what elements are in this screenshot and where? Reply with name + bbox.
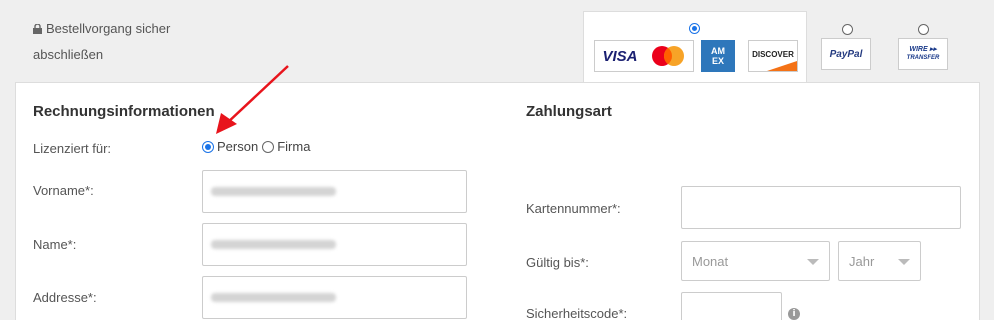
month-placeholder: Monat xyxy=(692,254,729,269)
firstname-label: Vorname*: xyxy=(33,183,94,198)
year-placeholder: Jahr xyxy=(849,254,875,269)
visa-mastercard-logo: VISA xyxy=(594,40,694,72)
lastname-input[interactable] xyxy=(202,223,467,266)
paypal-text: PayPal xyxy=(829,48,863,60)
firstname-input[interactable] xyxy=(202,170,467,213)
chevron-down-icon xyxy=(807,259,819,265)
valid-until-label: Gültig bis*: xyxy=(526,255,589,270)
card-number-input[interactable] xyxy=(681,186,961,229)
amex-text: AM EX xyxy=(711,46,725,66)
paypal-logo[interactable]: PayPal xyxy=(821,38,871,70)
wire-transfer-logo[interactable]: WIRE ▸▸ TRANSFER xyxy=(898,38,948,70)
paypal-radio[interactable] xyxy=(842,24,853,35)
lock-icon xyxy=(33,24,42,34)
wire-transfer-radio[interactable] xyxy=(918,24,929,35)
visa-logo: VISA xyxy=(602,47,638,65)
security-code-label: Sicherheitscode*: xyxy=(526,306,628,320)
licensed-for-label: Lizenziert für: xyxy=(33,141,112,156)
card-number-label: Kartennummer*: xyxy=(526,201,621,216)
tab-credit-cards[interactable]: VISA AM EX DISCOVER xyxy=(583,11,807,83)
secure-text-line2: abschließen xyxy=(33,47,104,62)
lastname-label: Name*: xyxy=(33,237,77,252)
secure-text-line1: Bestellvorgang sicher xyxy=(46,21,171,36)
secure-checkout-note: Bestellvorgang sicher abschließen xyxy=(33,16,233,68)
checkout-form-panel: Rechnungsinformationen Lizenziert für: P… xyxy=(15,82,980,320)
address-label: Addresse*: xyxy=(33,290,97,305)
person-label[interactable]: Person xyxy=(217,139,258,154)
billing-title: Rechnungsinformationen xyxy=(33,103,215,120)
discover-text: DISCOVER xyxy=(752,49,794,59)
license-type-group: Person Firma xyxy=(202,139,310,154)
company-radio[interactable] xyxy=(262,140,275,153)
expiry-year-select[interactable]: Jahr xyxy=(838,241,921,281)
security-code-input[interactable] xyxy=(681,292,782,320)
transfer-text: TRANSFER xyxy=(906,55,940,61)
expiry-month-select[interactable]: Monat xyxy=(681,241,830,281)
wire-text: WIRE ▸▸ xyxy=(909,46,937,53)
address-input[interactable] xyxy=(202,276,467,319)
cards-radio[interactable] xyxy=(689,23,700,34)
discover-logo: DISCOVER xyxy=(748,40,798,72)
company-label[interactable]: Firma xyxy=(277,139,310,154)
payment-title: Zahlungsart xyxy=(526,103,612,120)
amex-logo: AM EX xyxy=(701,40,735,72)
mastercard-icon xyxy=(651,46,684,66)
info-icon[interactable]: i xyxy=(788,308,800,320)
chevron-down-icon xyxy=(898,259,910,265)
person-radio[interactable] xyxy=(202,140,214,153)
